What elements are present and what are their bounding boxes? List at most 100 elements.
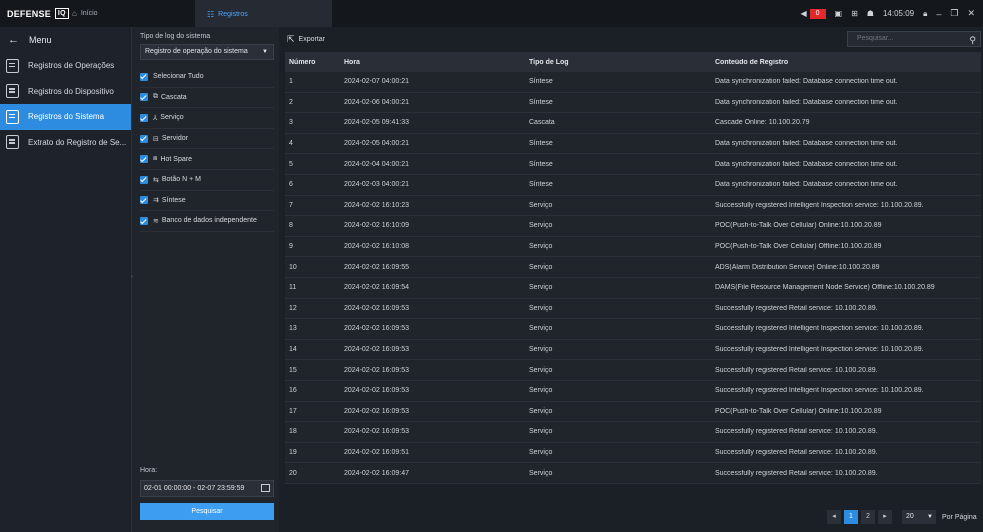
export-button[interactable]: ⇱ Exportar: [287, 34, 325, 45]
search-button[interactable]: Pesquisar: [140, 503, 274, 520]
checkbox-hot-spare[interactable]: ⧈ Hot Spare: [140, 149, 274, 170]
lock-icon[interactable]: 🔒︎: [923, 9, 927, 19]
panel-collapse-handle-icon[interactable]: ‹: [131, 274, 134, 280]
checkbox-checked-icon[interactable]: [140, 155, 148, 164]
table-row[interactable]: 13 2024-02-02 16:09:53 Serviço Successfully…: [285, 319, 981, 340]
synthesis-icon: ⇉: [153, 197, 159, 205]
table-row[interactable]: 5 2024-02-04 04:00:21 Síntese Data synchron…: [285, 154, 981, 175]
column-header-log-type[interactable]: Tipo de Log: [525, 59, 711, 66]
cell-time: 2024-02-05 04:00:21: [344, 140, 409, 148]
checkbox-select-all[interactable]: Selecionar Tudo: [140, 67, 274, 88]
sidebar-item-service-log-extract[interactable]: Extrato do Registro de Se...: [0, 130, 131, 156]
per-page-select[interactable]: 20 ▼: [902, 510, 936, 524]
cell-time: 2024-02-02 16:09:53: [344, 304, 409, 312]
per-page-label: Por Página: [942, 513, 977, 521]
menu-back[interactable]: ← Menu: [0, 27, 131, 53]
log-type-value: Registro de operação do sistema: [145, 48, 248, 55]
checkbox-checked-icon[interactable]: [140, 175, 148, 184]
checkbox-label: Selecionar Tudo: [153, 73, 204, 81]
search-icon[interactable]: ⚲: [969, 33, 976, 47]
table-row[interactable]: 9 2024-02-02 16:10:08 Serviço POC(Push-to-T…: [285, 236, 981, 258]
table-row[interactable]: 3 2024-02-05 09:41:33 Cascata Cascade Onlin…: [285, 113, 981, 134]
checkbox-checked-icon[interactable]: [140, 134, 148, 143]
sidebar: ← Menu Registros de Operações Registros …: [0, 27, 131, 532]
table-row[interactable]: 18 2024-02-02 16:09:53 Serviço Successfully…: [285, 422, 981, 443]
message-icon[interactable]: ▣: [835, 9, 843, 18]
page-button-1[interactable]: 1: [844, 510, 858, 524]
next-page-icon[interactable]: ▸: [878, 510, 892, 524]
sidebar-item-operation-logs[interactable]: Registros de Operações: [0, 53, 131, 79]
checkbox-checked-icon[interactable]: [140, 113, 148, 122]
table-row[interactable]: 11 2024-02-02 16:09:54 Serviço DAMS(File Re…: [285, 277, 981, 299]
table-row[interactable]: 20 2024-02-02 16:09:47 Serviço Successfully…: [285, 463, 981, 484]
table-row[interactable]: 4 2024-02-05 04:00:21 Síntese Data synchron…: [285, 133, 981, 155]
sidebar-item-label: Registros do Dispositivo: [28, 86, 114, 96]
cell-log-type: Síntese: [529, 78, 553, 86]
sidebar-item-system-logs[interactable]: Registros do Sistema: [0, 104, 131, 130]
title-bar: DEFENSE IQ ⌂ Início ☷ Registros ◀ 0 ▣ ⊞ …: [0, 0, 983, 27]
column-header-time[interactable]: Hora: [340, 59, 525, 66]
table-row[interactable]: 7 2024-02-02 16:10:23 Serviço Successfully …: [285, 195, 981, 217]
cell-time: 2024-02-07 04:00:21: [344, 78, 409, 86]
network-icon[interactable]: ⊞: [851, 9, 858, 18]
table-row[interactable]: 16 2024-02-02 16:09:53 Serviço Successfully…: [285, 380, 981, 402]
home-icon: ⌂: [72, 9, 77, 18]
calendar-icon[interactable]: [261, 484, 270, 492]
checkbox-checked-icon[interactable]: [140, 196, 148, 205]
minimize-icon[interactable]: –: [936, 9, 941, 19]
tab-home-label: Início: [80, 10, 98, 17]
column-header-content[interactable]: Conteúdo de Registro: [711, 59, 981, 66]
table-row[interactable]: 8 2024-02-02 16:10:09 Serviço POC(Push-to-T…: [285, 216, 981, 237]
hotspare-icon: ⧈: [153, 155, 158, 163]
checkbox-cascade[interactable]: ⧉ Cascata: [140, 88, 274, 109]
search-placeholder: Pesquisar...: [857, 35, 894, 42]
time-range-input[interactable]: 02-01 00:00:00 - 02-07 23:59:59: [140, 480, 274, 497]
checkbox-service[interactable]: ⅄ Serviço: [140, 108, 274, 129]
table-header: Número Hora Tipo de Log Conteúdo de Regi…: [285, 52, 981, 72]
alarm-indicator[interactable]: ◀ 0: [800, 8, 826, 19]
cell-time: 2024-02-02 16:09:51: [344, 448, 409, 456]
close-icon[interactable]: ✕: [967, 8, 975, 19]
checkbox-server[interactable]: ⊟ Servidor: [140, 129, 274, 150]
prev-page-icon[interactable]: ◂: [827, 510, 841, 524]
checkbox-n-plus-m[interactable]: ⇆ Botão N + M: [140, 170, 274, 191]
cell-number: 3: [289, 119, 293, 127]
checkbox-checked-icon[interactable]: [140, 72, 148, 81]
cell-number: 5: [289, 160, 293, 168]
checkbox-synthesis[interactable]: ⇉ Síntese: [140, 191, 274, 212]
table-row[interactable]: 17 2024-02-02 16:09:53 Serviço POC(Push-to-…: [285, 401, 981, 423]
cell-content: Data synchronization failed: Database co…: [715, 98, 898, 106]
sidebar-item-device-logs[interactable]: Registros do Dispositivo: [0, 79, 131, 105]
cell-log-type: Serviço: [529, 201, 553, 209]
log-type-select[interactable]: Registro de operação do sistema ▼: [140, 44, 274, 60]
restore-icon[interactable]: ❐: [950, 8, 958, 19]
cell-number: 8: [289, 222, 293, 230]
cell-content: Successfully registered Retail service: …: [715, 428, 878, 436]
column-header-number[interactable]: Número: [285, 59, 340, 66]
table-row[interactable]: 15 2024-02-02 16:09:53 Serviço Successfully…: [285, 360, 981, 381]
checkbox-checked-icon[interactable]: [140, 93, 148, 102]
table-row[interactable]: 2 2024-02-06 04:00:21 Síntese Data synchron…: [285, 92, 981, 114]
cell-content: POC(Push-to-Talk Over Cellular) Offline:…: [715, 243, 882, 251]
cell-number: 15: [289, 366, 297, 374]
time-label: Hora:: [140, 467, 158, 474]
tab-home[interactable]: ⌂ Início: [60, 0, 195, 27]
checkbox-independent-database[interactable]: ≋ Banco de dados independente: [140, 211, 274, 232]
tab-logs[interactable]: ☷ Registros: [195, 0, 332, 27]
table-row[interactable]: 1 2024-02-07 04:00:21 Síntese Data synchron…: [285, 72, 981, 93]
table-row[interactable]: 12 2024-02-02 16:09:53 Serviço Successfully…: [285, 298, 981, 320]
app-logo: DEFENSE IQ: [0, 0, 69, 27]
page-button-2[interactable]: 2: [861, 510, 875, 524]
user-icon[interactable]: ☗: [867, 9, 874, 18]
checkbox-checked-icon[interactable]: [140, 216, 148, 225]
menu-label: Menu: [29, 35, 52, 45]
table-row[interactable]: 19 2024-02-02 16:09:51 Serviço Successfully…: [285, 442, 981, 464]
cell-time: 2024-02-02 16:09:53: [344, 325, 409, 333]
table-row[interactable]: 14 2024-02-02 16:09:53 Serviço Successfully…: [285, 339, 981, 361]
search-input[interactable]: Pesquisar... ⚲: [847, 31, 981, 47]
pagination: ◂ 1 2 ▸ 20 ▼ Por Página: [827, 510, 977, 524]
export-icon: ⇱: [287, 34, 295, 44]
table-row[interactable]: 6 2024-02-03 04:00:21 Síntese Data synchron…: [285, 174, 981, 196]
table-row[interactable]: 10 2024-02-02 16:09:55 Serviço ADS(Alarm Di…: [285, 257, 981, 278]
cell-log-type: Serviço: [529, 243, 553, 251]
